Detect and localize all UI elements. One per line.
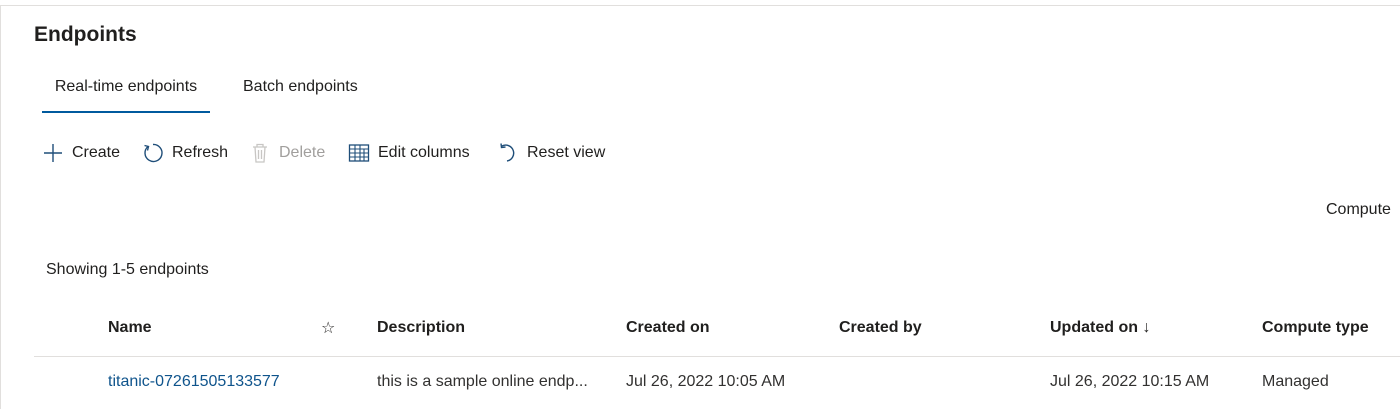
plus-icon: [42, 142, 64, 164]
tab-batch-endpoints[interactable]: Batch endpoints: [243, 76, 358, 112]
endpoint-compute-type: Managed: [1262, 373, 1329, 390]
column-header-name[interactable]: Name: [108, 319, 152, 337]
reset-view-label: Reset view: [527, 144, 606, 161]
refresh-icon: [142, 142, 164, 164]
results-count: Showing 1-5 endpoints: [46, 261, 209, 278]
selected-tab-indicator: [42, 111, 210, 113]
table-header-divider: [34, 356, 1400, 357]
column-header-updated-on[interactable]: Updated on ↓: [1050, 319, 1150, 337]
trash-icon: [249, 142, 271, 164]
column-header-description[interactable]: Description: [377, 319, 465, 337]
create-label: Create: [72, 144, 121, 161]
compute-filter[interactable]: Compute: [1326, 201, 1391, 219]
endpoints-page: Endpoints Real-time endpoints Batch endp…: [0, 0, 1400, 409]
column-header-compute-type[interactable]: Compute type: [1262, 319, 1369, 337]
top-divider: [0, 5, 1400, 6]
star-outline-icon[interactable]: ☆: [321, 318, 335, 338]
edit-columns-label: Edit columns: [378, 144, 470, 161]
tab-real-time-endpoints[interactable]: Real-time endpoints: [42, 76, 210, 112]
endpoint-updated-on: Jul 26, 2022 10:15 AM: [1050, 373, 1210, 390]
refresh-label: Refresh: [172, 144, 229, 161]
endpoint-description: this is a sample online endp...: [377, 373, 588, 390]
delete-label: Delete: [279, 144, 326, 161]
undo-icon: [497, 142, 519, 164]
reset-view-button[interactable]: Reset view: [497, 140, 605, 166]
table-grid-icon: [348, 142, 370, 164]
column-header-created-by[interactable]: Created by: [839, 319, 922, 337]
create-button[interactable]: Create: [42, 140, 120, 166]
delete-button[interactable]: Delete: [249, 140, 325, 166]
refresh-button[interactable]: Refresh: [142, 140, 228, 166]
endpoint-created-on: Jul 26, 2022 10:05 AM: [626, 373, 786, 390]
edit-columns-button[interactable]: Edit columns: [348, 140, 470, 166]
left-divider: [0, 5, 1, 409]
page-title: Endpoints: [34, 23, 137, 46]
endpoint-name-link[interactable]: titanic-07261505133577: [108, 373, 280, 391]
column-header-created-on[interactable]: Created on: [626, 319, 710, 337]
